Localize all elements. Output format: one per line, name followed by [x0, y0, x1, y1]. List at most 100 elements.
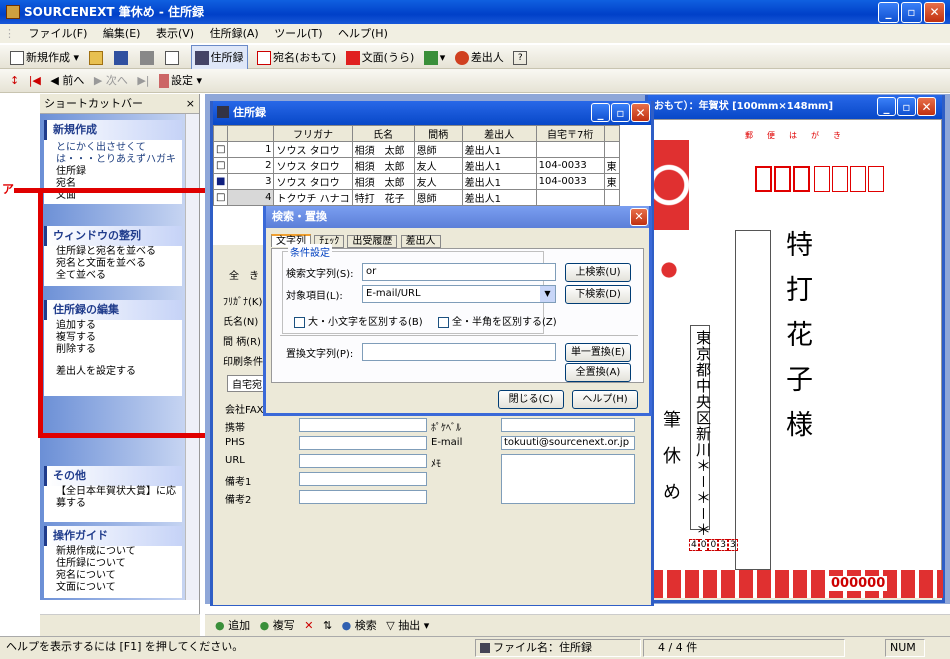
col-sender[interactable]: 差出人 [461, 125, 537, 142]
new-button[interactable]: 新規作成 ▾ [10, 46, 79, 70]
preview-button[interactable] [165, 46, 181, 70]
col-zip[interactable]: 自宅〒7桁 [535, 125, 605, 142]
menu-address[interactable]: 住所録(A) [204, 27, 265, 40]
next-button[interactable]: ▶ 次へ [94, 69, 128, 93]
menu-edit[interactable]: 編集(E) [97, 27, 147, 40]
url-field[interactable] [299, 454, 427, 468]
shortcut-quick-card[interactable]: とにかく出させくては・・・とりあえずハガキ [44, 142, 182, 166]
last-button[interactable]: ▶| [137, 69, 149, 93]
menu-view[interactable]: 表示(V) [150, 27, 200, 40]
dialog-close-icon[interactable]: ✕ [630, 208, 648, 226]
target-select[interactable]: E-mail/URL ▼ [362, 285, 556, 303]
phs-field[interactable] [299, 436, 427, 450]
add-record-link[interactable]: 追加する [44, 320, 182, 332]
card-minimize-button[interactable]: _ [877, 97, 896, 116]
back-button[interactable]: 文面(うら) [345, 46, 414, 70]
sort-icon[interactable]: ⇅ [323, 619, 332, 632]
layout-button[interactable]: ▾ [423, 46, 445, 70]
case-checkbox[interactable]: 大・小文字を区別する(B) [294, 313, 423, 328]
sender-zip: 40033 [689, 539, 738, 551]
navigation-toolbar: ↕ |◀ ◀ 前へ ▶ 次へ ▶| 設定 ▾ [0, 69, 950, 93]
mobile-field[interactable] [299, 418, 427, 432]
dialog-close-button[interactable]: 閉じる(C) [498, 390, 564, 409]
arrange-address-front[interactable]: 住所録と宛名を並べる [44, 246, 182, 258]
app-icon[interactable] [6, 5, 20, 19]
dialog-help-button[interactable]: ヘルプ(H) [572, 390, 638, 409]
sender-button[interactable]: 差出人 [454, 46, 504, 70]
delete-icon[interactable]: ✕ [304, 619, 313, 632]
prev-button[interactable]: ◀ 前へ [50, 69, 84, 93]
replace-button[interactable]: 単一置換(E) [565, 343, 631, 362]
shortcut-close-icon[interactable]: × [186, 94, 199, 114]
search-button[interactable]: ● 検索 [342, 619, 377, 632]
guide-new[interactable]: 新規作成について [44, 546, 182, 558]
table-row[interactable]: ■ 3 ソウス タロウ 相須 太郎 友人 差出人1 104-0033 東 [213, 173, 620, 190]
add-button[interactable]: ● 追加 [215, 619, 250, 632]
postcard-window: おもて）：年賀状 [100mm×148mm] _ ▫ ✕ 郵 便 は が き 特… [645, 95, 945, 603]
shortcut-new-address[interactable]: 住所録 [44, 166, 182, 178]
note2-field[interactable] [299, 490, 427, 504]
guide-address[interactable]: 住所録について [44, 558, 182, 570]
guide-front[interactable]: 宛名について [44, 570, 182, 582]
tab-history[interactable]: 出受履歴 [347, 235, 398, 248]
settings-button[interactable]: 設定 ▾ [159, 69, 202, 93]
arrange-front-back[interactable]: 宛名と文面を並べる [44, 258, 182, 270]
front-button[interactable]: 宛名(おもて) [257, 46, 336, 70]
address-maximize-button[interactable]: ▫ [611, 103, 630, 122]
form-tab-all[interactable]: 全 [229, 267, 239, 282]
replace-all-button[interactable]: 全置換(A) [565, 363, 631, 382]
search-down-button[interactable]: 下検索(D) [565, 285, 631, 304]
contest-link[interactable]: 【全日本年賀状大賞】に応募する [44, 486, 182, 510]
address-close-button[interactable]: ✕ [631, 103, 650, 122]
address-toolbar: ● 追加 ● 複写 ✕ ⇅ ● 検索 ▽ 抽出 ▾ [205, 614, 950, 636]
address-book-button[interactable]: 住所録 [190, 45, 248, 71]
table-row[interactable]: □ 2 ソウス タロウ 相須 太郎 友人 差出人1 104-0033 東 [213, 157, 620, 174]
copy-button[interactable]: ● 複写 [260, 619, 295, 632]
close-button[interactable]: ✕ [924, 2, 945, 23]
save-button[interactable] [114, 46, 130, 70]
table-row[interactable]: □ 1 ソウス タロウ 相須 太郎 恩師 差出人1 [213, 141, 620, 158]
pager-field[interactable] [501, 418, 635, 432]
col-relation[interactable]: 間柄 [413, 125, 463, 142]
copy-record-link[interactable]: 複写する [44, 332, 182, 344]
help-button[interactable]: ? [513, 46, 529, 70]
menu-file[interactable]: ファイル(F) [23, 27, 94, 40]
guide-back[interactable]: 文面について [44, 582, 182, 594]
table-row[interactable]: □ 4 トクウチ ハナコ 特打 花子 恩師 差出人1 [213, 189, 620, 206]
section-other: その他 【全日本年賀状大賞】に応募する [44, 466, 182, 522]
email-field[interactable]: tokuuti@sourcenext.or.jp [501, 436, 635, 450]
maximize-button[interactable]: ▫ [901, 2, 922, 23]
shortcut-scrollbar[interactable] [185, 114, 199, 600]
address-minimize-button[interactable]: _ [591, 103, 610, 122]
label-memo: ﾒﾓ [431, 459, 441, 470]
search-input[interactable]: or [362, 263, 556, 281]
arrange-all[interactable]: 全て並べる [44, 270, 182, 282]
width-checkbox[interactable]: 全・半角を区別する(Z) [438, 313, 557, 328]
shortcut-hscroll[interactable] [40, 614, 200, 636]
preview-icon [165, 51, 180, 65]
menu-help[interactable]: ヘルプ(H) [332, 27, 394, 40]
minimize-button[interactable]: _ [878, 2, 899, 23]
section-arrange: ウィンドウの整列 住所録と宛名を並べる 宛名と文面を並べる 全て並べる [44, 226, 182, 286]
col-name[interactable]: 氏名 [351, 125, 415, 142]
delete-record-link[interactable]: 削除する [44, 344, 182, 356]
subtab-home[interactable]: 自宅宛 [227, 375, 267, 392]
tab-sender[interactable]: 差出人 [400, 235, 441, 248]
filter-button[interactable]: ▽ 抽出 ▾ [386, 619, 429, 632]
print-button[interactable] [139, 46, 156, 70]
note1-field[interactable] [299, 472, 427, 486]
col-kana[interactable]: フリガナ [273, 125, 353, 142]
replace-input[interactable] [362, 343, 556, 361]
menu-tools[interactable]: ツール(T) [268, 27, 328, 40]
form-tab-2[interactable]: き [249, 267, 259, 282]
search-up-button[interactable]: 上検索(U) [565, 263, 631, 282]
set-sender-link[interactable]: 差出人を設定する [44, 366, 182, 378]
first-button[interactable]: |◀ [29, 69, 41, 93]
open-button[interactable] [88, 46, 105, 70]
postcard-preview[interactable]: 郵 便 は が き 特打花子様 東京都中央区新川＊－＊－＊ 筆休め 40033 … [648, 119, 943, 598]
card-close-button[interactable]: ✕ [917, 97, 936, 116]
target-label: 対象項目(L): [286, 291, 343, 302]
memo-field[interactable] [501, 454, 635, 504]
sort-button[interactable]: ↕ [10, 69, 19, 93]
card-maximize-button[interactable]: ▫ [897, 97, 916, 116]
